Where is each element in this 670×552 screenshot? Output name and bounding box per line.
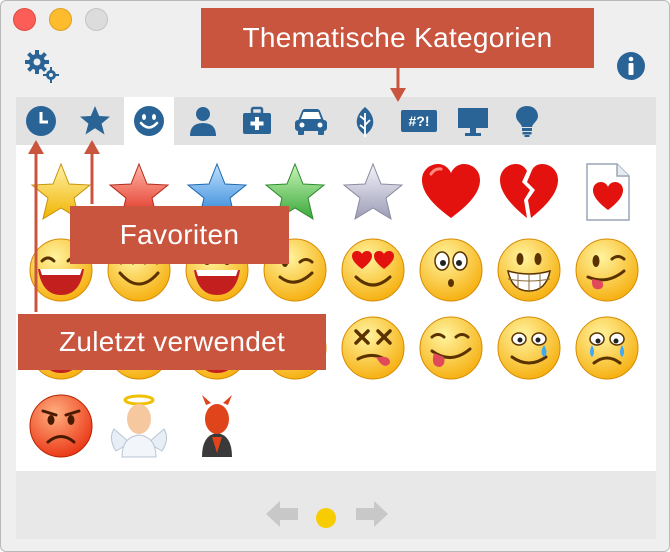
emoji-crying-laughing-face[interactable] — [494, 313, 564, 383]
pagination-bar — [16, 471, 656, 539]
star-icon — [80, 106, 110, 135]
tongue-wink-face-icon — [419, 316, 483, 380]
emoji-star-silver[interactable] — [338, 157, 408, 227]
angel-icon — [110, 394, 168, 458]
lightbulb-icon — [516, 106, 538, 137]
tab-objects[interactable] — [448, 97, 498, 145]
emoji-devil[interactable] — [182, 391, 252, 461]
smiley-icon — [134, 106, 164, 136]
crying-face-icon — [575, 316, 639, 380]
tab-favorites[interactable] — [70, 97, 120, 145]
arrow-right-icon[interactable] — [356, 501, 388, 527]
callout-favorites: Favoriten — [70, 206, 289, 264]
symbols-label: #?! — [409, 113, 430, 129]
tab-nature[interactable] — [340, 97, 390, 145]
tab-smileys[interactable] — [124, 97, 174, 145]
person-icon — [190, 107, 216, 136]
emoji-tongue-out-face[interactable] — [572, 235, 642, 305]
tab-recent[interactable] — [16, 97, 66, 145]
leaf-icon — [356, 107, 374, 137]
star-silver-icon — [342, 162, 404, 221]
emoji-heart-broken[interactable] — [494, 157, 564, 227]
emoji-crying-face[interactable] — [572, 313, 642, 383]
emoji-heart-red[interactable] — [416, 157, 486, 227]
toothy-grin-face-icon — [497, 238, 561, 302]
emoji-tongue-wink-face[interactable] — [416, 313, 486, 383]
heart-document-icon — [586, 163, 630, 221]
car-icon — [295, 109, 327, 135]
emoji-picker-window: #?! — [0, 0, 670, 552]
first-aid-kit-icon — [243, 106, 271, 134]
heart-eyes-face-icon — [341, 238, 405, 302]
callout-recent: Zuletzt verwendet — [18, 314, 326, 370]
callout-categories: Thematische Kategorien — [201, 8, 594, 68]
tongue-out-face-icon — [575, 238, 639, 302]
tab-vehicles[interactable] — [286, 97, 336, 145]
tab-symbols[interactable]: #?! — [394, 97, 444, 145]
emoji-surprised-face[interactable] — [416, 235, 486, 305]
tab-ideas[interactable] — [502, 97, 552, 145]
page-indicator-dot[interactable] — [316, 508, 336, 528]
minimize-button[interactable] — [49, 8, 72, 31]
category-tab-bar: #?! — [16, 97, 656, 145]
info-icon[interactable] — [616, 51, 646, 81]
devil-icon — [202, 395, 232, 457]
emoji-grid — [16, 145, 656, 471]
heart-icon — [422, 164, 480, 218]
emoji-dizzy-face[interactable] — [338, 313, 408, 383]
crying-laughing-face-icon — [497, 316, 561, 380]
emoji-heart-eyes-face[interactable] — [338, 235, 408, 305]
close-button[interactable] — [13, 8, 36, 31]
emoji-angry-face[interactable] — [26, 391, 96, 461]
surprised-face-icon — [419, 238, 483, 302]
emoji-toothy-grin-face[interactable] — [494, 235, 564, 305]
angry-face-icon — [29, 394, 93, 458]
tab-medical[interactable] — [232, 97, 282, 145]
maximize-button[interactable] — [85, 8, 108, 31]
gear-icon[interactable] — [23, 49, 59, 83]
monitor-icon — [458, 108, 488, 136]
broken-heart-icon — [500, 164, 558, 218]
dizzy-face-icon — [341, 316, 405, 380]
clock-icon — [26, 106, 56, 136]
symbols-icon: #?! — [401, 110, 437, 132]
arrow-left-icon[interactable] — [266, 501, 298, 527]
tab-people[interactable] — [178, 97, 228, 145]
emoji-heart-document[interactable] — [572, 157, 642, 227]
emoji-angel[interactable] — [104, 391, 174, 461]
